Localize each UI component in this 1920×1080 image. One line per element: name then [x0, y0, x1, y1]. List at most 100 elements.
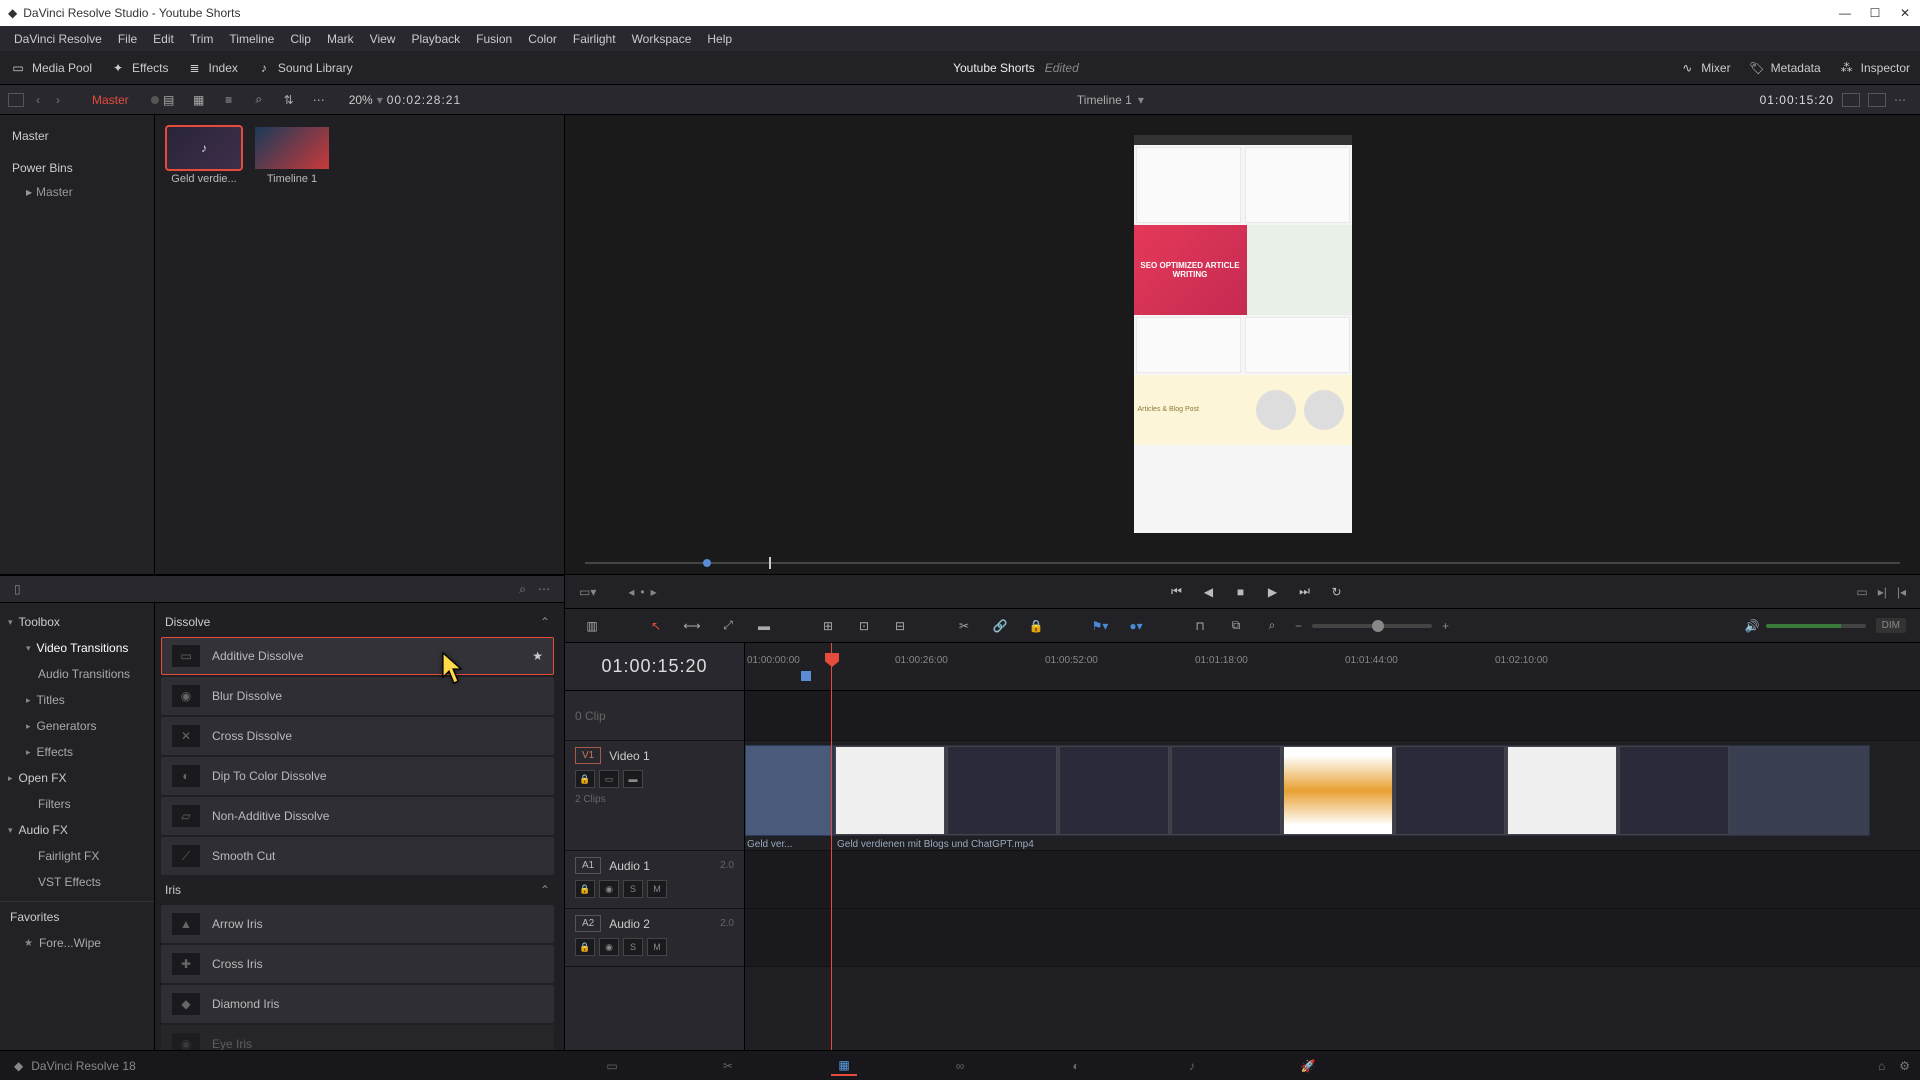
overwrite-clip-icon[interactable]: ⊡ — [851, 615, 877, 637]
blade-all-icon[interactable]: ✂ — [951, 615, 977, 637]
sort-icon[interactable]: ⇅ — [279, 92, 299, 108]
transition-diamond-iris[interactable]: ◆Diamond Iris — [161, 985, 554, 1023]
category-audio-transitions[interactable]: Audio Transitions — [0, 661, 154, 687]
home-icon[interactable]: ⌂ — [1878, 1059, 1885, 1073]
track-lock-icon[interactable]: 🔒 — [575, 938, 595, 956]
fx-group-header[interactable]: Dissolve⌃ — [161, 609, 554, 635]
zoom-out-icon[interactable]: − — [1295, 619, 1302, 633]
maximize-button[interactable]: ☐ — [1868, 6, 1882, 20]
track-mute-icon[interactable]: M — [647, 880, 667, 898]
transition-smooth-cut[interactable]: ⟋Smooth Cut — [161, 837, 554, 875]
nav-back[interactable]: ‹ — [32, 93, 44, 107]
track-lock-icon[interactable]: 🔒 — [575, 880, 595, 898]
insert-clip-icon[interactable]: ⊞ — [815, 615, 841, 637]
transition-arrow-iris[interactable]: ▲Arrow Iris — [161, 905, 554, 943]
track-tag[interactable]: A1 — [575, 857, 601, 874]
link-icon[interactable]: 🔗 — [987, 615, 1013, 637]
cut-page[interactable]: ✂ — [715, 1056, 741, 1076]
viewer-zoom[interactable]: 20% — [349, 93, 373, 107]
viewer-canvas[interactable]: SEO OPTIMIZED ARTICLE WRITING Articles &… — [565, 115, 1920, 552]
link-selection-icon[interactable]: ⧉ — [1223, 615, 1249, 637]
go-last-button[interactable]: ⏭ — [1296, 583, 1314, 601]
menu-item[interactable]: Timeline — [221, 28, 282, 50]
fusion-page[interactable]: ∞ — [947, 1056, 973, 1076]
go-first-button[interactable]: ⏮ — [1168, 583, 1186, 601]
track-enable-icon[interactable]: ▬ — [623, 770, 643, 788]
category-openfx[interactable]: Open FX — [0, 765, 154, 791]
favorite-star-icon[interactable]: ★ — [532, 649, 543, 663]
timeline-tracks[interactable]: 01:00:00:00 01:00:26:00 01:00:52:00 01:0… — [745, 643, 1920, 1050]
menu-item[interactable]: Fusion — [468, 28, 520, 50]
media-page[interactable]: ▭ — [599, 1056, 625, 1076]
search-icon[interactable]: ⌕ — [513, 582, 532, 597]
viewer-option-icon[interactable] — [1842, 93, 1860, 107]
more-icon[interactable]: ⋯ — [532, 582, 556, 596]
play-reverse-button[interactable]: ◀ — [1200, 583, 1218, 601]
deliver-page[interactable]: 🚀 — [1295, 1056, 1321, 1076]
search-icon[interactable]: ⌕ — [249, 92, 269, 108]
clip-item[interactable]: ♪ Geld verdie... — [167, 127, 241, 185]
track-arm-icon[interactable]: ◉ — [599, 880, 619, 898]
view-list-icon[interactable]: ▤ — [159, 92, 179, 108]
track-tag[interactable]: A2 — [575, 915, 601, 932]
color-page[interactable]: ◐ — [1063, 1056, 1089, 1076]
media-pool-toggle[interactable]: ▭Media Pool — [10, 60, 92, 76]
inspector-toggle[interactable]: ⁂Inspector — [1839, 60, 1910, 76]
snap-icon[interactable]: ⊓ — [1187, 615, 1213, 637]
match-frame-icon[interactable]: ◂ — [628, 585, 634, 599]
video-clip[interactable] — [745, 745, 833, 836]
breadcrumb-master[interactable]: Master — [72, 93, 143, 107]
track-solo-icon[interactable]: S — [623, 880, 643, 898]
view-thumb-icon[interactable]: ▦ — [189, 92, 209, 108]
loop-button[interactable]: ↻ — [1328, 583, 1346, 601]
track-tag[interactable]: V1 — [575, 747, 601, 764]
zoom-dropdown-icon[interactable]: ▾ — [373, 93, 387, 107]
effects-toggle[interactable]: ✦Effects — [110, 60, 168, 76]
dual-viewer-icon[interactable] — [1868, 93, 1886, 107]
menu-item[interactable]: Workspace — [624, 28, 700, 50]
track-solo-icon[interactable]: S — [623, 938, 643, 956]
menu-item[interactable]: Fairlight — [565, 28, 624, 50]
mixer-toggle[interactable]: ∿Mixer — [1679, 60, 1730, 76]
audio-track-header[interactable]: A2Audio 22.0 🔒◉SM — [565, 909, 744, 967]
playhead-handle[interactable] — [825, 653, 839, 667]
audio-track-header[interactable]: A1Audio 12.0 🔒◉SM — [565, 851, 744, 909]
replace-clip-icon[interactable]: ⊟ — [887, 615, 913, 637]
nav-forward[interactable]: › — [52, 93, 64, 107]
transition-eye-iris[interactable]: ◉Eye Iris — [161, 1025, 554, 1050]
menu-item[interactable]: Mark — [319, 28, 362, 50]
in-point[interactable] — [801, 671, 811, 681]
transition-dip-to-color[interactable]: ◐Dip To Color Dissolve — [161, 757, 554, 795]
transition-cross-iris[interactable]: ✚Cross Iris — [161, 945, 554, 983]
flag-icon[interactable]: ⚑▾ — [1087, 615, 1113, 637]
in-point-marker[interactable] — [703, 559, 711, 567]
menu-item[interactable]: View — [362, 28, 404, 50]
favorite-item[interactable]: Fore...Wipe — [0, 932, 154, 954]
blade-tool[interactable]: ▬ — [751, 615, 777, 637]
timeline-dropdown-icon[interactable]: ▾ — [1138, 93, 1144, 107]
menu-item[interactable]: Help — [699, 28, 740, 50]
dynamic-trim-tool[interactable]: ⤢ — [715, 615, 741, 637]
marker-icon[interactable]: ●▾ — [1123, 615, 1149, 637]
lock-icon[interactable]: 🔒 — [1023, 615, 1049, 637]
category-titles[interactable]: Titles — [0, 687, 154, 713]
fairlight-page[interactable]: ♪ — [1179, 1056, 1205, 1076]
menu-item[interactable]: Trim — [182, 28, 222, 50]
view-strip-icon[interactable]: ≡ — [219, 92, 239, 108]
minimize-button[interactable]: — — [1838, 6, 1852, 20]
transition-non-additive[interactable]: ▱Non-Additive Dissolve — [161, 797, 554, 835]
close-button[interactable]: ✕ — [1898, 6, 1912, 20]
bypass-icon[interactable]: ▭▾ — [579, 585, 596, 599]
video-clip[interactable] — [833, 745, 1870, 836]
power-bins-header[interactable]: Power Bins — [8, 153, 146, 181]
match-frame-fwd-icon[interactable]: ▸ — [651, 585, 657, 599]
step-out-icon[interactable]: ▸| — [1878, 585, 1887, 599]
category-audiofx[interactable]: Audio FX — [0, 817, 154, 843]
track-lock-icon[interactable]: 🔒 — [575, 770, 595, 788]
category-fairlightfx[interactable]: Fairlight FX — [0, 843, 154, 869]
menu-item[interactable]: Clip — [282, 28, 319, 50]
menu-item[interactable]: Color — [520, 28, 565, 50]
trim-tool[interactable]: ⟷ — [679, 615, 705, 637]
bin-view-dropdown[interactable] — [8, 93, 24, 107]
menu-item[interactable]: File — [110, 28, 145, 50]
